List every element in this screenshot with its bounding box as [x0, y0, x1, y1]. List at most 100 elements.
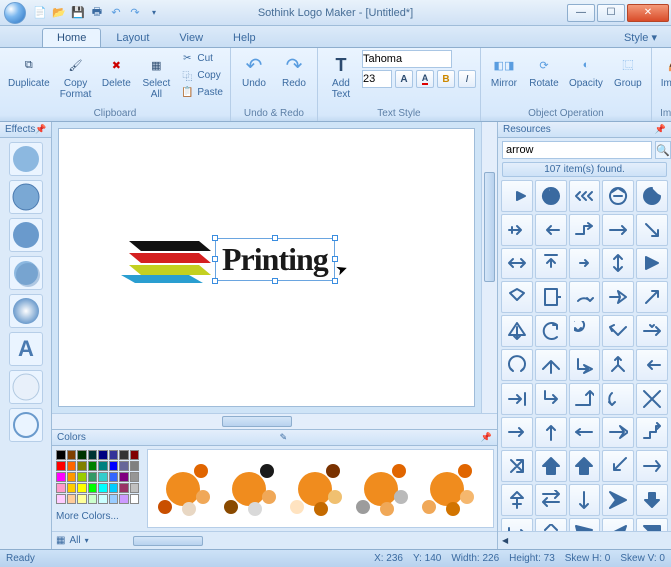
- color-swatch[interactable]: [109, 461, 119, 471]
- color-swatch[interactable]: [77, 450, 87, 460]
- resource-item[interactable]: [569, 383, 601, 415]
- qat-dropdown-icon[interactable]: ▾: [146, 5, 162, 21]
- resource-item[interactable]: [535, 349, 567, 381]
- bold-button[interactable]: B: [437, 70, 455, 88]
- resources-category-bar[interactable]: ◀: [498, 531, 671, 549]
- italic-button[interactable]: I: [458, 70, 476, 88]
- resource-item[interactable]: [535, 450, 567, 482]
- delete-button[interactable]: ✖Delete: [97, 50, 135, 92]
- add-text-button[interactable]: TAdd Text: [322, 50, 360, 103]
- qat-print-icon[interactable]: 🖶: [89, 5, 105, 21]
- resource-item[interactable]: [602, 248, 634, 280]
- resource-item[interactable]: [602, 315, 634, 347]
- resource-item[interactable]: [602, 349, 634, 381]
- color-swatch[interactable]: [130, 483, 140, 493]
- duplicate-button[interactable]: ⧉Duplicate: [4, 50, 54, 92]
- cut-button[interactable]: ✂Cut: [177, 50, 226, 66]
- color-swatch[interactable]: [88, 450, 98, 460]
- resource-item[interactable]: [602, 281, 634, 313]
- font-color-button[interactable]: A: [416, 70, 434, 88]
- search-button[interactable]: 🔍: [655, 141, 671, 159]
- resource-item[interactable]: [636, 417, 668, 449]
- color-swatch[interactable]: [98, 472, 108, 482]
- font-size-input[interactable]: [362, 70, 392, 88]
- color-swatch[interactable]: [67, 461, 77, 471]
- font-grow-button[interactable]: A: [395, 70, 413, 88]
- close-button[interactable]: ✕: [627, 4, 669, 22]
- redo-button[interactable]: ↷Redo: [275, 50, 313, 92]
- resource-item[interactable]: [569, 180, 601, 212]
- effect-item[interactable]: [9, 294, 43, 328]
- color-variant[interactable]: [422, 464, 472, 514]
- color-swatch[interactable]: [98, 483, 108, 493]
- tab-help[interactable]: Help: [218, 28, 271, 47]
- opacity-button[interactable]: ◐Opacity: [565, 50, 607, 92]
- resource-item[interactable]: [501, 383, 533, 415]
- color-swatch[interactable]: [56, 472, 66, 482]
- effect-item[interactable]: [9, 180, 43, 214]
- qat-undo-icon[interactable]: ↶: [108, 5, 124, 21]
- color-swatch[interactable]: [98, 461, 108, 471]
- color-swatch[interactable]: [119, 472, 129, 482]
- color-swatch[interactable]: [109, 494, 119, 504]
- color-swatch[interactable]: [56, 494, 66, 504]
- undo-button[interactable]: ↶Undo: [235, 50, 273, 92]
- minimize-button[interactable]: —: [567, 4, 595, 22]
- color-swatch[interactable]: [77, 472, 87, 482]
- more-colors-link[interactable]: More Colors...: [52, 509, 144, 524]
- resource-item[interactable]: [569, 214, 601, 246]
- colors-scroll-h[interactable]: [133, 536, 203, 546]
- maximize-button[interactable]: ☐: [597, 4, 625, 22]
- app-orb-button[interactable]: [4, 2, 26, 24]
- resource-item[interactable]: [569, 484, 601, 516]
- qat-redo-icon[interactable]: ↷: [127, 5, 143, 21]
- tab-layout[interactable]: Layout: [101, 28, 164, 47]
- resource-item[interactable]: [602, 450, 634, 482]
- color-swatch[interactable]: [77, 494, 87, 504]
- resource-item[interactable]: [636, 518, 668, 531]
- color-variant[interactable]: [158, 464, 208, 514]
- resource-item[interactable]: [501, 281, 533, 313]
- resource-item[interactable]: [636, 248, 668, 280]
- color-swatch[interactable]: [130, 450, 140, 460]
- color-swatch[interactable]: [98, 494, 108, 504]
- color-variants[interactable]: [147, 449, 494, 528]
- copy-format-button[interactable]: 🖌Copy Format: [56, 50, 96, 103]
- resource-item[interactable]: [501, 315, 533, 347]
- color-swatch[interactable]: [119, 450, 129, 460]
- color-swatch[interactable]: [88, 483, 98, 493]
- resource-item[interactable]: [602, 180, 634, 212]
- resource-item[interactable]: [501, 349, 533, 381]
- paste-button[interactable]: 📋Paste: [177, 84, 226, 100]
- resource-item[interactable]: [535, 180, 567, 212]
- resource-item[interactable]: [636, 349, 668, 381]
- color-swatch[interactable]: [119, 483, 129, 493]
- resource-item[interactable]: [636, 484, 668, 516]
- resource-item[interactable]: [636, 214, 668, 246]
- effect-item[interactable]: A: [9, 332, 43, 366]
- resource-item[interactable]: [501, 484, 533, 516]
- resources-search-input[interactable]: [502, 141, 652, 159]
- colors-all-dropdown[interactable]: All: [69, 535, 80, 546]
- color-swatches[interactable]: [52, 446, 144, 509]
- color-swatch[interactable]: [109, 472, 119, 482]
- color-swatch[interactable]: [130, 472, 140, 482]
- qat-new-icon[interactable]: 📄: [32, 5, 48, 21]
- font-family-select[interactable]: [362, 50, 452, 68]
- effect-item[interactable]: [9, 256, 43, 290]
- color-swatch[interactable]: [77, 461, 87, 471]
- style-dropdown[interactable]: Style ▾: [624, 31, 657, 47]
- color-variant[interactable]: [290, 464, 340, 514]
- color-variant[interactable]: [356, 464, 406, 514]
- resource-item[interactable]: [636, 450, 668, 482]
- resource-item[interactable]: [636, 383, 668, 415]
- resource-item[interactable]: [501, 518, 533, 531]
- pin-icon[interactable]: 📌: [35, 124, 46, 135]
- resource-item[interactable]: [501, 450, 533, 482]
- effect-item[interactable]: [9, 142, 43, 176]
- pin-icon[interactable]: 📌: [481, 432, 492, 443]
- effect-item[interactable]: [9, 408, 43, 442]
- color-swatch[interactable]: [88, 472, 98, 482]
- color-swatch[interactable]: [67, 483, 77, 493]
- color-swatch[interactable]: [98, 450, 108, 460]
